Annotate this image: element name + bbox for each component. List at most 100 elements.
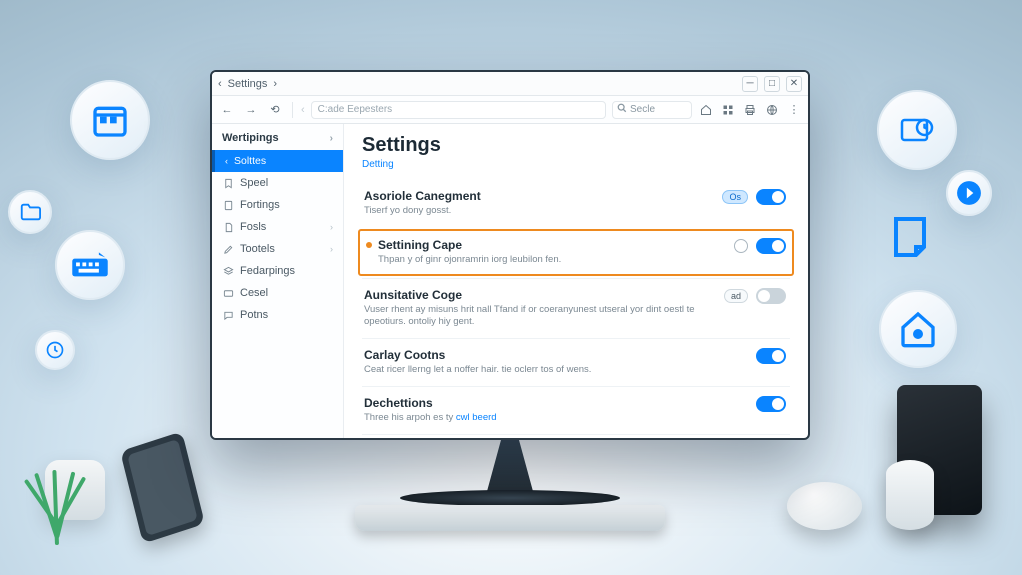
setting-description: Vuser rhent ay misuns hrit nall Tfand if… xyxy=(364,304,712,330)
setting-description: Ceat ricer llerng let a noffer hair. tie… xyxy=(364,364,744,377)
monitor-base xyxy=(400,490,620,506)
page-subtitle: Detting xyxy=(362,159,790,170)
folder-icon xyxy=(19,201,41,223)
setting-description: Tiserf yo dony gosst. xyxy=(364,205,710,218)
setting-description: Thpan y of ginr ojonramrin iorg leubilon… xyxy=(378,254,722,267)
sidebar-item-fortings[interactable]: Fortings xyxy=(212,194,343,216)
sidebar-item-cesel[interactable]: Cesel xyxy=(212,282,343,304)
deco-bubble-keyboard xyxy=(55,230,125,300)
keyboard-icon xyxy=(71,250,109,280)
setting-pill: ad xyxy=(724,289,748,303)
chat-icon xyxy=(222,309,234,321)
breadcrumb-back[interactable]: ‹ xyxy=(218,78,222,90)
toolbar-grid-icon[interactable] xyxy=(720,102,736,118)
breadcrumb-title: Settings xyxy=(228,78,268,90)
sidebar-item-label: Fedarpings xyxy=(240,265,295,277)
sidebar: Wertipings › ‹ Solttes Speel Fortings Fo… xyxy=(212,124,344,438)
sidebar-item-label: Tootels xyxy=(240,243,275,255)
home-lock-icon xyxy=(898,309,938,349)
breadcrumb: ‹ Settings › xyxy=(218,78,277,90)
deco-keyboard xyxy=(355,505,665,531)
sidebar-item-label: Fosls xyxy=(240,221,266,233)
deco-bubble-folder xyxy=(8,190,52,234)
settings-row: Dechettions Three his arpoh es ty cwl bee… xyxy=(362,386,790,434)
app-window: ‹ Settings › ─ □ ✕ ← → ⟲ ‹ C:ade Eepeste… xyxy=(210,70,810,440)
sidebar-item-speel[interactable]: Speel xyxy=(212,172,343,194)
sidebar-header[interactable]: Wertipings › xyxy=(212,124,343,150)
deco-phone xyxy=(120,431,205,543)
deco-bubble-home xyxy=(879,290,957,368)
deco-bubble-clock xyxy=(35,330,75,370)
sidebar-item-label: Cesel xyxy=(240,287,268,299)
deco-cylinder xyxy=(886,460,934,530)
settings-row: Aunsitative Coge Vuser rhent ay misuns hr… xyxy=(362,278,790,339)
doc-icon xyxy=(222,221,234,233)
setting-title: Settining Cape xyxy=(378,238,722,252)
window-maximize-button[interactable]: □ xyxy=(764,76,780,92)
chevron-left-icon: ‹ xyxy=(225,156,228,166)
chevron-right-icon: › xyxy=(330,222,333,232)
settings-list: Asoriole CanegmentTiserf yo dony gosst.O… xyxy=(362,180,790,438)
title-bar: ‹ Settings › ─ □ ✕ xyxy=(212,72,808,96)
setting-title: Carlay Cootns xyxy=(364,348,744,362)
setting-toggle[interactable] xyxy=(756,238,786,254)
sidebar-header-label: Wertipings xyxy=(222,132,279,144)
sidebar-item-label: Fortings xyxy=(240,199,280,211)
sidebar-item-fosls[interactable]: Fosls › xyxy=(212,216,343,238)
chevron-right-icon: › xyxy=(330,244,333,254)
setting-toggle[interactable] xyxy=(756,348,786,364)
wallet-clock-icon xyxy=(897,110,937,150)
setting-toggle[interactable] xyxy=(756,396,786,412)
breadcrumb-forward[interactable]: › xyxy=(273,78,277,90)
nav-refresh-button[interactable]: ⟲ xyxy=(266,101,284,119)
page-icon xyxy=(222,199,234,211)
sidebar-item-label: Speel xyxy=(240,177,268,189)
settings-row: Settining Cape Thpan y of ginr ojonramrin… xyxy=(358,229,794,276)
layers-icon xyxy=(222,265,234,277)
toolbar-print-icon[interactable] xyxy=(742,102,758,118)
nav-back-button[interactable]: ← xyxy=(218,101,236,119)
setting-pill: Os xyxy=(722,190,748,204)
chevron-right-icon: › xyxy=(330,133,333,144)
window-close-button[interactable]: ✕ xyxy=(786,76,802,92)
settings-row: Asoriole CanegmentTiserf yo dony gosst.O… xyxy=(362,180,790,227)
deco-plant xyxy=(45,460,105,520)
card-icon xyxy=(222,287,234,299)
radio-indicator[interactable] xyxy=(734,239,748,253)
setting-toggle[interactable] xyxy=(756,189,786,205)
setting-link[interactable]: cwl beerd xyxy=(456,412,497,423)
toolbar-more-icon[interactable]: ⋮ xyxy=(786,102,802,118)
arrow-right-circle-icon xyxy=(956,180,982,206)
sidebar-item-active[interactable]: ‹ Solttes xyxy=(212,150,343,172)
toolbar-home-icon[interactable] xyxy=(698,102,714,118)
window-minimize-button[interactable]: ─ xyxy=(742,76,758,92)
deco-mouse xyxy=(787,482,862,530)
nav-forward-button[interactable]: → xyxy=(242,101,260,119)
setting-title: Aunsitative Coge xyxy=(364,288,712,302)
clock-icon xyxy=(45,340,65,360)
deco-bubble-calendar xyxy=(70,80,150,160)
setting-toggle[interactable] xyxy=(756,288,786,304)
monitor-stand xyxy=(480,440,540,495)
settings-row: Syssd Put fongs xyxy=(362,434,790,438)
main-panel: Settings Detting Asoriole CanegmentTiser… xyxy=(344,124,808,438)
setting-title: Dechettions xyxy=(364,396,744,410)
search-placeholder: Secle xyxy=(630,104,655,115)
deco-bubble-wallet xyxy=(877,90,957,170)
address-text: C:ade Eepesters xyxy=(318,104,393,115)
setting-description: Three his arpoh es ty cwl beerd xyxy=(364,412,744,425)
deco-bubble-note xyxy=(878,205,942,269)
search-icon xyxy=(617,103,627,116)
sticky-note-icon xyxy=(886,213,934,261)
search-box[interactable]: Secle xyxy=(612,101,692,119)
page-title: Settings xyxy=(362,134,790,157)
sidebar-item-tootels[interactable]: Tootels › xyxy=(212,238,343,260)
calendar-icon xyxy=(90,100,130,140)
settings-row: Carlay Cootns Ceat ricer llerng let a nof… xyxy=(362,338,790,386)
address-bar[interactable]: C:ade Eepesters xyxy=(311,101,606,119)
sidebar-item-fedarpings[interactable]: Fedarpings xyxy=(212,260,343,282)
sidebar-active-label: Solttes xyxy=(234,155,266,167)
toolbar-globe-icon[interactable] xyxy=(764,102,780,118)
sidebar-item-potns[interactable]: Potns xyxy=(212,304,343,326)
bookmark-icon xyxy=(222,177,234,189)
